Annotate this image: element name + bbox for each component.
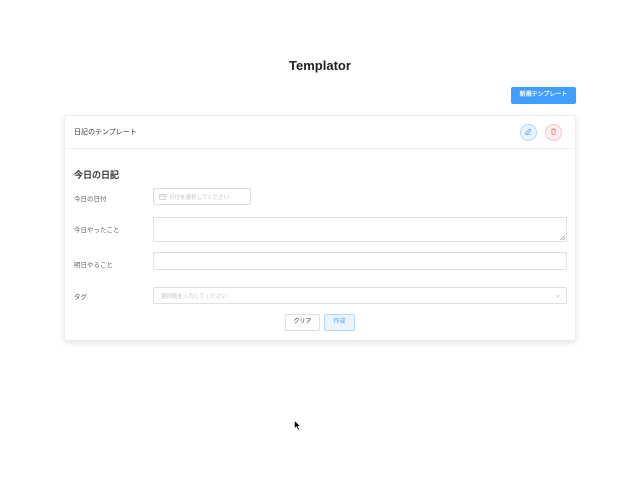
tomorrow-todo-input[interactable]	[153, 252, 567, 270]
chevron-down-icon	[555, 294, 561, 298]
tags-select[interactable]: 選択肢を入力してください	[153, 287, 567, 304]
tags-label: タグ	[74, 293, 87, 301]
create-button[interactable]: 作成	[324, 314, 355, 331]
clear-button[interactable]: クリア	[285, 314, 320, 331]
template-card: 日記のテンプレート 今日の日記 今日の日付 日付を選択してください 今日やったこ…	[64, 115, 576, 341]
date-placeholder: 日付を選択してください	[169, 195, 230, 201]
app-title: Templator	[289, 58, 351, 73]
tomorrow-todo-label: 明日やること	[74, 261, 113, 269]
edit-template-button[interactable]	[520, 124, 537, 141]
date-picker-input[interactable]: 日付を選択してください	[153, 188, 251, 205]
mouse-pointer-icon	[294, 420, 302, 431]
delete-template-button[interactable]	[545, 124, 562, 141]
new-template-button[interactable]: 新規テンプレート	[511, 87, 576, 104]
edit-icon	[525, 128, 532, 135]
card-header: 日記のテンプレート	[65, 116, 575, 149]
trash-icon	[551, 128, 556, 135]
today-done-textarea[interactable]	[153, 217, 567, 242]
resize-grip[interactable]	[560, 235, 565, 240]
tags-placeholder: 選択肢を入力してください	[161, 294, 227, 300]
form-title: 今日の日記	[74, 171, 120, 181]
card-title: 日記のテンプレート	[74, 128, 137, 136]
today-date-label: 今日の日付	[74, 195, 107, 203]
today-done-label: 今日やったこと	[74, 226, 120, 234]
calendar-icon	[159, 193, 166, 200]
